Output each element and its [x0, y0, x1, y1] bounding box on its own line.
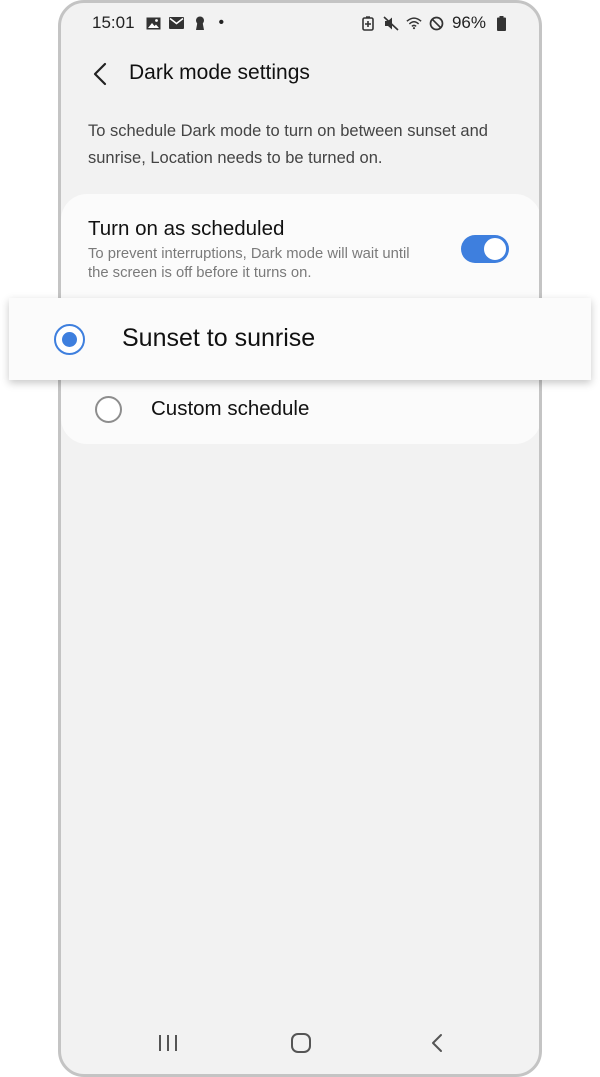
custom-schedule-radio[interactable] [95, 396, 122, 423]
toggle-knob [483, 237, 507, 261]
status-right: 96% [360, 13, 509, 33]
sunset-to-sunrise-radio[interactable] [54, 324, 85, 355]
home-icon [291, 1033, 311, 1053]
phone-frame: 15:01 • 96% Dark mode settings To schedu… [58, 0, 542, 1077]
recent-apps-button[interactable] [148, 1028, 188, 1058]
navigation-bar [61, 1014, 539, 1074]
schedule-toggle[interactable] [461, 235, 509, 263]
schedule-title: Turn on as scheduled [88, 217, 285, 240]
home-button[interactable] [281, 1028, 321, 1058]
battery-saver-icon [360, 15, 376, 31]
turn-on-as-scheduled-row[interactable]: Turn on as scheduled To prevent interrup… [61, 194, 539, 298]
app-bar: Dark mode settings [61, 55, 539, 93]
sunset-to-sunrise-label: Sunset to sunrise [122, 324, 316, 352]
option-custom-schedule[interactable]: Custom schedule [61, 386, 539, 432]
location-description: To schedule Dark mode to turn on between… [88, 122, 488, 167]
chevron-left-icon [93, 62, 107, 86]
mute-icon [383, 15, 399, 31]
radio-selected-dot [62, 332, 77, 347]
notification-dot: • [218, 14, 225, 31]
wifi-icon [406, 15, 422, 31]
back-icon [432, 1034, 442, 1052]
page-title: Dark mode settings [129, 61, 310, 84]
custom-schedule-label: Custom schedule [151, 397, 310, 420]
status-bar: 15:01 • 96% [61, 3, 539, 43]
schedule-subtitle: To prevent interruptions, Dark mode will… [88, 246, 410, 281]
mail-icon [169, 15, 185, 31]
battery-icon [493, 15, 509, 31]
keyhole-icon [192, 15, 208, 31]
back-button[interactable] [83, 57, 117, 91]
back-nav-button[interactable] [417, 1028, 457, 1058]
option-sunset-to-sunrise[interactable]: Sunset to sunrise [9, 298, 591, 380]
recent-apps-icon [159, 1035, 177, 1051]
status-left: 15:01 • [92, 13, 224, 33]
gallery-icon [146, 15, 162, 31]
status-time: 15:01 [92, 13, 135, 32]
do-not-disturb-icon [429, 15, 445, 31]
battery-percent: 96% [451, 13, 486, 32]
